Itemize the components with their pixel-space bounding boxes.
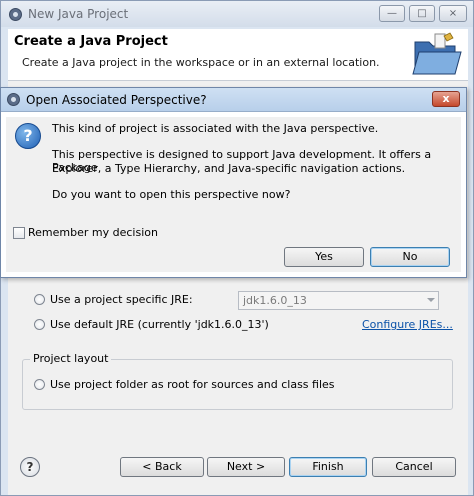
minimize-button[interactable]: — [379, 5, 405, 22]
back-button[interactable]: < Back [120, 457, 204, 477]
cancel-button[interactable]: Cancel [372, 457, 456, 477]
wizard-header-description: Create a Java project in the workspace o… [22, 56, 380, 69]
no-button[interactable]: No [370, 247, 450, 267]
jre-select-value: jdk1.6.0_13 [243, 294, 307, 307]
wizard-header-title: Create a Java Project [14, 34, 168, 49]
dialog-message-question: Do you want to open this perspective now… [52, 188, 291, 201]
wizard-header: Create a Java Project Create a Java proj… [8, 29, 468, 81]
dialog-titlebar: Open Associated Perspective? x [1, 88, 466, 112]
default-jre-label: Use default JRE (currently 'jdk1.6.0_13'… [50, 318, 269, 331]
close-button[interactable]: × [439, 5, 467, 22]
specific-jre-radio[interactable] [34, 294, 45, 305]
wizard-window-title: New Java Project [28, 7, 129, 21]
project-layout-label: Project layout [30, 352, 112, 365]
wizard-titlebar: New Java Project — □ × [1, 1, 473, 27]
project-folder-root-label: Use project folder as root for sources a… [50, 378, 335, 391]
default-jre-radio[interactable] [34, 319, 45, 330]
eclipse-icon [7, 93, 20, 106]
yes-button[interactable]: Yes [284, 247, 364, 267]
remember-decision-checkbox[interactable] [13, 227, 25, 239]
maximize-button[interactable]: □ [409, 5, 435, 22]
chevron-down-icon [427, 298, 435, 302]
specific-jre-label: Use a project specific JRE: [50, 293, 193, 306]
project-folder-root-radio[interactable] [34, 379, 45, 390]
java-project-folder-icon [412, 32, 462, 75]
configure-jres-link[interactable]: Configure JREs... [362, 318, 453, 331]
dialog-message-associated: This kind of project is associated with … [52, 122, 379, 135]
next-button[interactable]: Next > [207, 457, 285, 477]
help-icon[interactable]: ? [20, 457, 40, 477]
jre-select[interactable]: jdk1.6.0_13 [238, 291, 439, 310]
dialog-message-designed-2: Explorer, a Type Hierarchy, and Java-spe… [52, 162, 406, 175]
question-icon: ? [15, 123, 41, 149]
dialog-title: Open Associated Perspective? [26, 93, 207, 107]
eclipse-icon [9, 8, 22, 21]
dialog-close-button[interactable]: x [432, 91, 460, 107]
finish-button[interactable]: Finish [289, 457, 367, 477]
remember-decision-label: Remember my decision [28, 226, 158, 239]
